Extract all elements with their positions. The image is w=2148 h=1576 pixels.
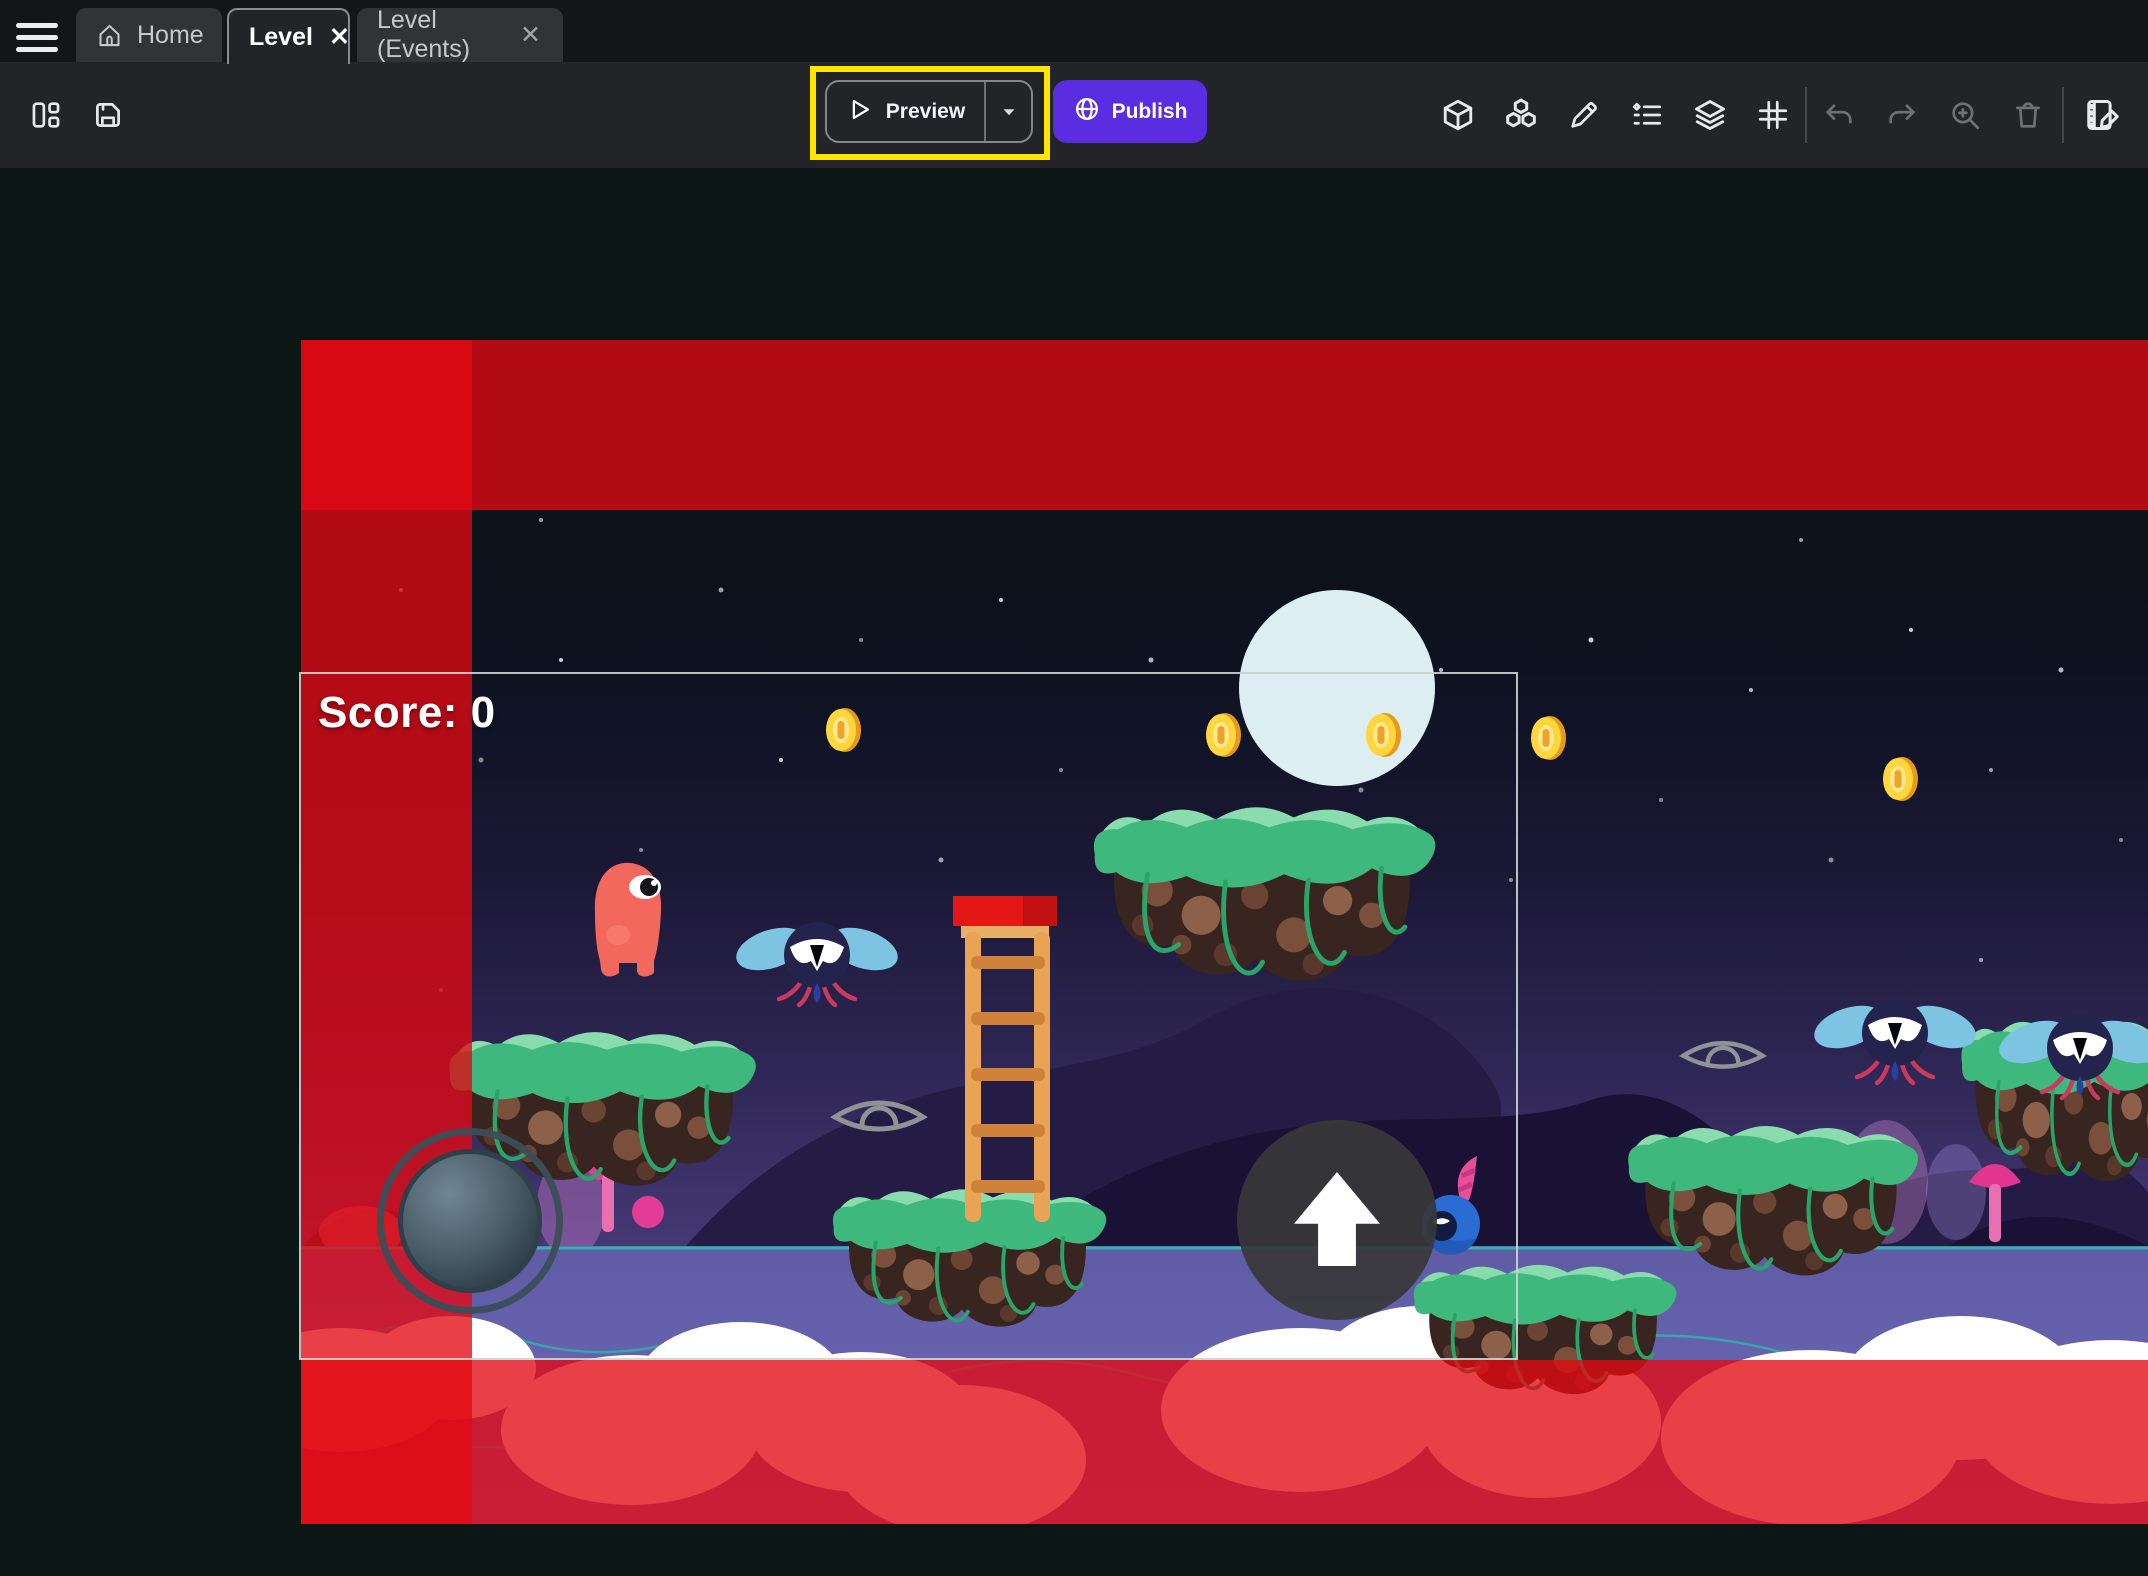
object-properties-icon[interactable] [1627,95,1667,135]
tab-home-label: Home [137,21,204,50]
tab-level[interactable]: Level ✕ [227,8,350,64]
red-zone-bottom[interactable] [301,1360,2148,1524]
publish-button[interactable]: Publish [1053,80,1207,143]
main-toolbar: Preview Publish [0,62,2148,168]
chevron-down-icon [998,101,1020,123]
close-icon[interactable]: ✕ [518,21,543,50]
score-text[interactable]: Score: 0 [318,688,496,738]
preview-dropdown-button[interactable] [986,82,1031,141]
divider [1805,87,1807,143]
zoom-in-icon[interactable] [1945,95,1985,135]
close-icon[interactable]: ✕ [327,23,352,52]
layout-panels-icon[interactable] [26,95,66,135]
preview-button[interactable]: Preview [825,80,1033,143]
coin[interactable] [1883,757,1918,801]
joystick-knob[interactable] [398,1149,542,1293]
red-zone-top[interactable] [301,340,2148,510]
objects-cube-icon[interactable] [1438,95,1478,135]
tab-level-events-label: Level (Events) [377,6,504,64]
grid-icon[interactable] [1753,95,1793,135]
tab-home[interactable]: Home [76,8,222,62]
pencil-edit-icon[interactable] [1564,95,1604,135]
hamburger-menu-icon[interactable] [16,23,60,59]
virtual-joystick[interactable] [377,1128,563,1314]
tab-level-events[interactable]: Level (Events) ✕ [357,8,563,62]
save-icon[interactable] [88,95,128,135]
arrow-up-icon [1294,1172,1380,1266]
publish-button-label: Publish [1112,100,1188,124]
undo-icon[interactable] [1819,95,1859,135]
game-editor-window: Home Level ✕ Level (Events) ✕ Preview [0,0,2148,1576]
scene-editor-canvas[interactable]: Score: 0 987;728 [0,168,2148,1576]
layers-icon[interactable] [1690,95,1730,135]
tab-level-label: Level [249,23,313,52]
trash-icon[interactable] [2008,95,2048,135]
jump-button[interactable] [1237,1120,1437,1320]
coin[interactable] [1531,716,1566,760]
instances-cubes-icon[interactable] [1501,95,1541,135]
home-icon [96,22,123,49]
redo-icon[interactable] [1882,95,1922,135]
preview-button-label: Preview [886,100,965,124]
divider [2062,87,2064,143]
tab-bar: Home Level ✕ Level (Events) ✕ [0,0,2148,62]
play-icon [846,96,873,128]
globe-icon [1073,95,1101,128]
events-sheet-icon[interactable] [2083,95,2123,135]
